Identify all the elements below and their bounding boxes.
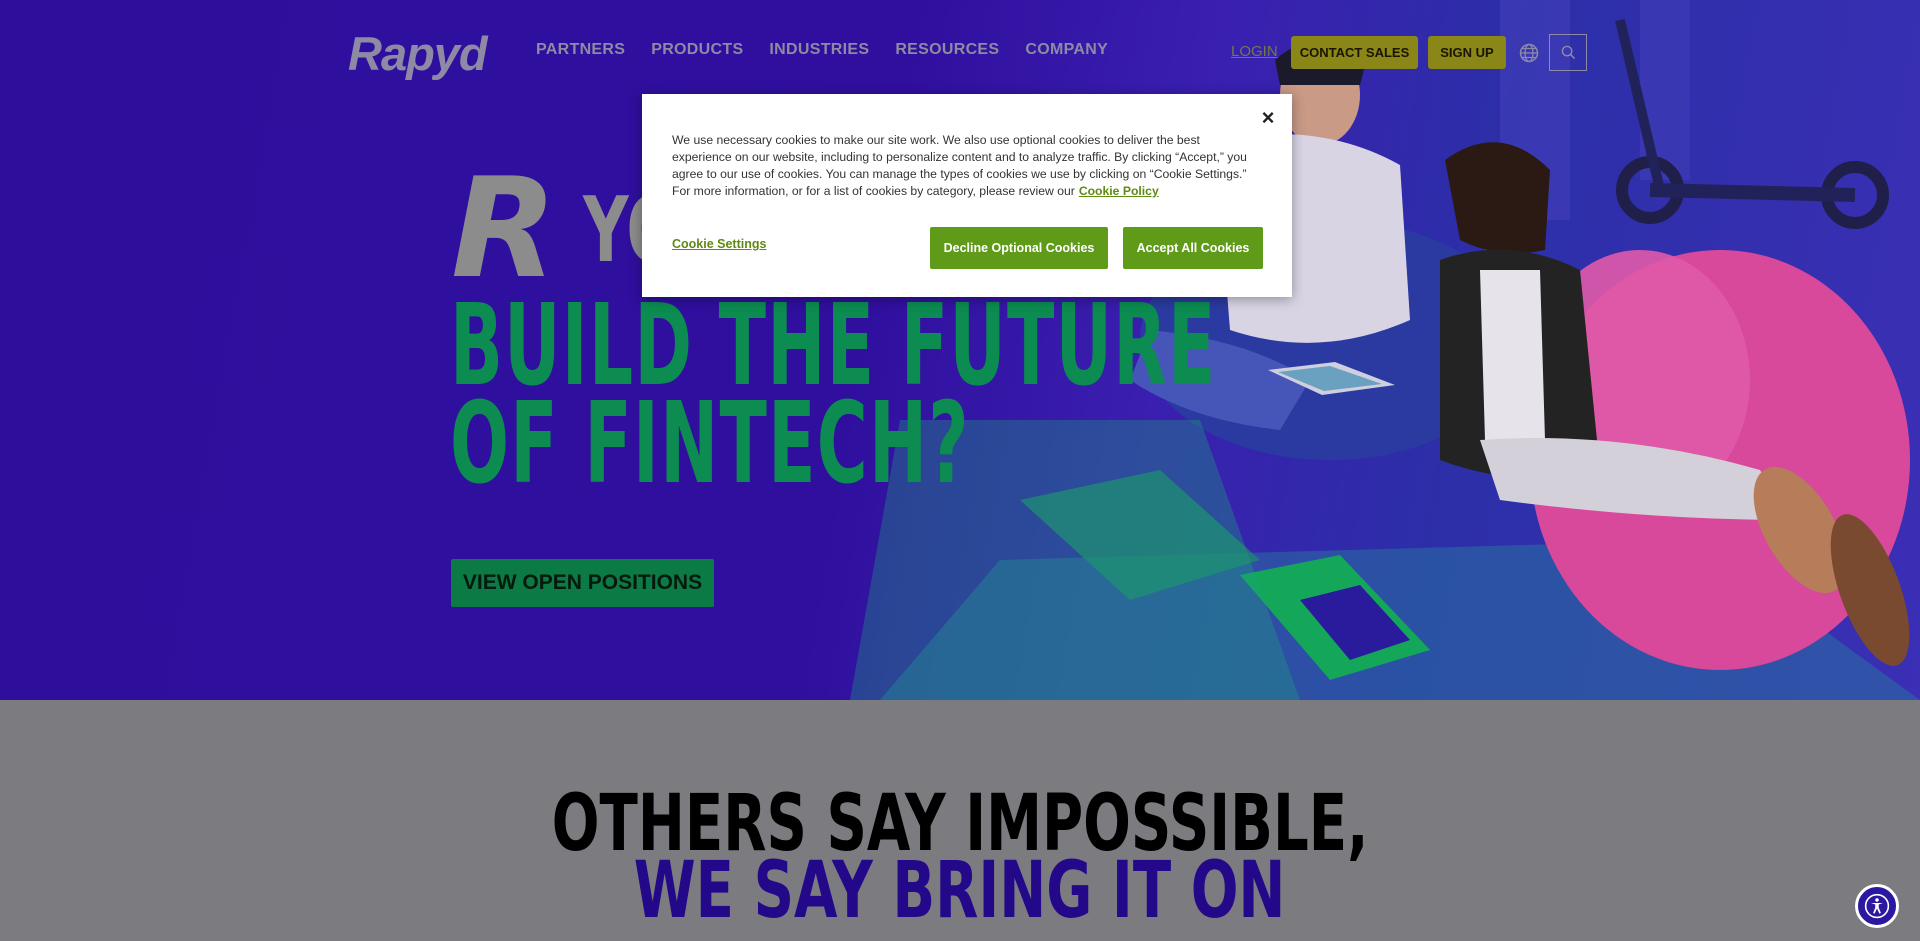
globe-icon[interactable] (1519, 43, 1539, 63)
nav-link-industries[interactable]: INDUSTRIES (769, 41, 869, 59)
contact-sales-button[interactable]: CONTACT SALES (1291, 36, 1418, 69)
nav-link-partners[interactable]: PARTNERS (536, 41, 625, 59)
hero-partial-r: R (451, 148, 558, 309)
top-navigation: Rapyd PARTNERS PRODUCTS INDUSTRIES RESOU… (0, 0, 1920, 100)
cookie-description: We use necessary cookies to make our sit… (672, 133, 1247, 198)
section-heading-line2: WE SAY BRING IT ON (634, 846, 1286, 936)
nav-links: PARTNERS PRODUCTS INDUSTRIES RESOURCES C… (536, 41, 1108, 59)
search-button[interactable] (1549, 34, 1587, 71)
cookie-consent-dialog: × We use necessary cookies to make our s… (642, 94, 1292, 297)
hero-headline-line2: OF FINTECH? (450, 379, 970, 509)
close-icon[interactable]: × (1256, 105, 1280, 130)
view-open-positions-button[interactable]: VIEW OPEN POSITIONS (451, 559, 714, 607)
sign-up-button[interactable]: SIGN UP (1428, 36, 1506, 69)
login-link[interactable]: LOGIN (1231, 43, 1278, 60)
nav-link-resources[interactable]: RESOURCES (895, 41, 999, 59)
accept-all-cookies-button[interactable]: Accept All Cookies (1123, 227, 1263, 269)
rapyd-logo[interactable]: Rapyd (348, 26, 488, 81)
cookie-policy-link[interactable]: Cookie Policy (1079, 184, 1159, 198)
decline-optional-cookies-button[interactable]: Decline Optional Cookies (930, 227, 1108, 269)
nav-link-company[interactable]: COMPANY (1025, 41, 1108, 59)
nav-link-products[interactable]: PRODUCTS (651, 41, 743, 59)
cookie-settings-link[interactable]: Cookie Settings (672, 237, 766, 251)
accessibility-icon (1864, 893, 1890, 919)
accessibility-button[interactable] (1855, 884, 1899, 928)
search-icon (1561, 45, 1575, 60)
